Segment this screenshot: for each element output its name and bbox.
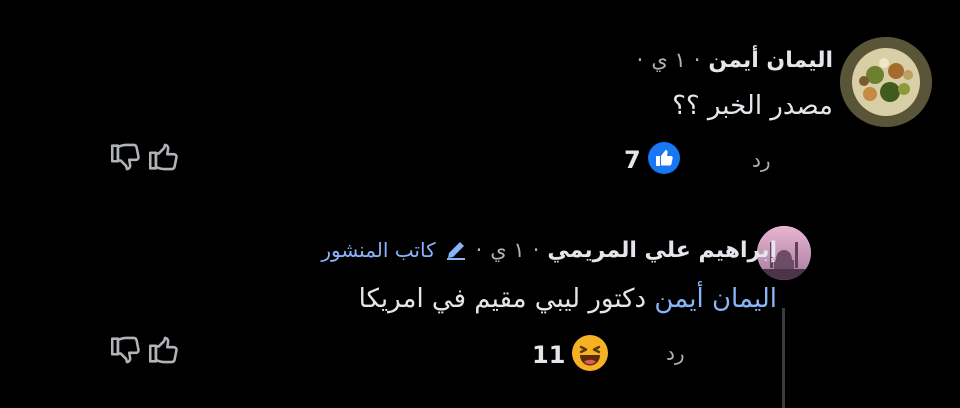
commenter-avatar[interactable] <box>840 37 932 127</box>
like-icon <box>647 141 681 179</box>
author-name[interactable]: إبراهيم علي المريمي <box>547 238 777 263</box>
reaction-count: 11 <box>532 341 566 369</box>
separator-dot: · <box>475 238 483 262</box>
like-icon[interactable] <box>146 140 180 178</box>
reply-header: إبراهيم علي المريمي · ١ ي · كاتب المنشور <box>321 234 777 266</box>
comment-header: اليمان أيمن · ١ ي · <box>637 44 833 76</box>
comment-time[interactable]: ١ ي <box>490 238 524 262</box>
reply-button[interactable]: رد <box>666 341 685 365</box>
pencil-icon <box>444 238 468 262</box>
author-name[interactable]: اليمان أيمن <box>708 48 833 73</box>
comment-time[interactable]: ١ ي <box>651 48 685 72</box>
separator-dot: · <box>532 238 540 262</box>
mention-link[interactable]: اليمان أيمن <box>654 284 777 314</box>
haha-icon <box>571 334 609 376</box>
like-dislike-controls <box>108 140 180 178</box>
comment-text: مصدر الخبر ؟؟ <box>672 91 833 121</box>
food-photo-icon <box>840 37 932 127</box>
like-icon[interactable] <box>146 333 180 371</box>
reaction-summary[interactable]: 11 <box>532 334 609 376</box>
dislike-icon[interactable] <box>108 333 142 371</box>
thread-line <box>782 308 785 408</box>
like-dislike-controls <box>108 333 180 371</box>
separator-dot: · <box>636 48 644 72</box>
author-badge: كاتب المنشور <box>321 238 436 262</box>
dislike-icon[interactable] <box>108 140 142 178</box>
reply-text: اليمان أيمن دكتور ليبي مقيم في امريكا <box>359 281 777 317</box>
reaction-summary[interactable]: 7 <box>624 141 681 179</box>
reply-body: دكتور ليبي مقيم في امريكا <box>358 284 647 314</box>
reaction-count: 7 <box>624 146 641 174</box>
reply-button[interactable]: رد <box>752 148 771 172</box>
separator-dot: · <box>693 48 701 72</box>
